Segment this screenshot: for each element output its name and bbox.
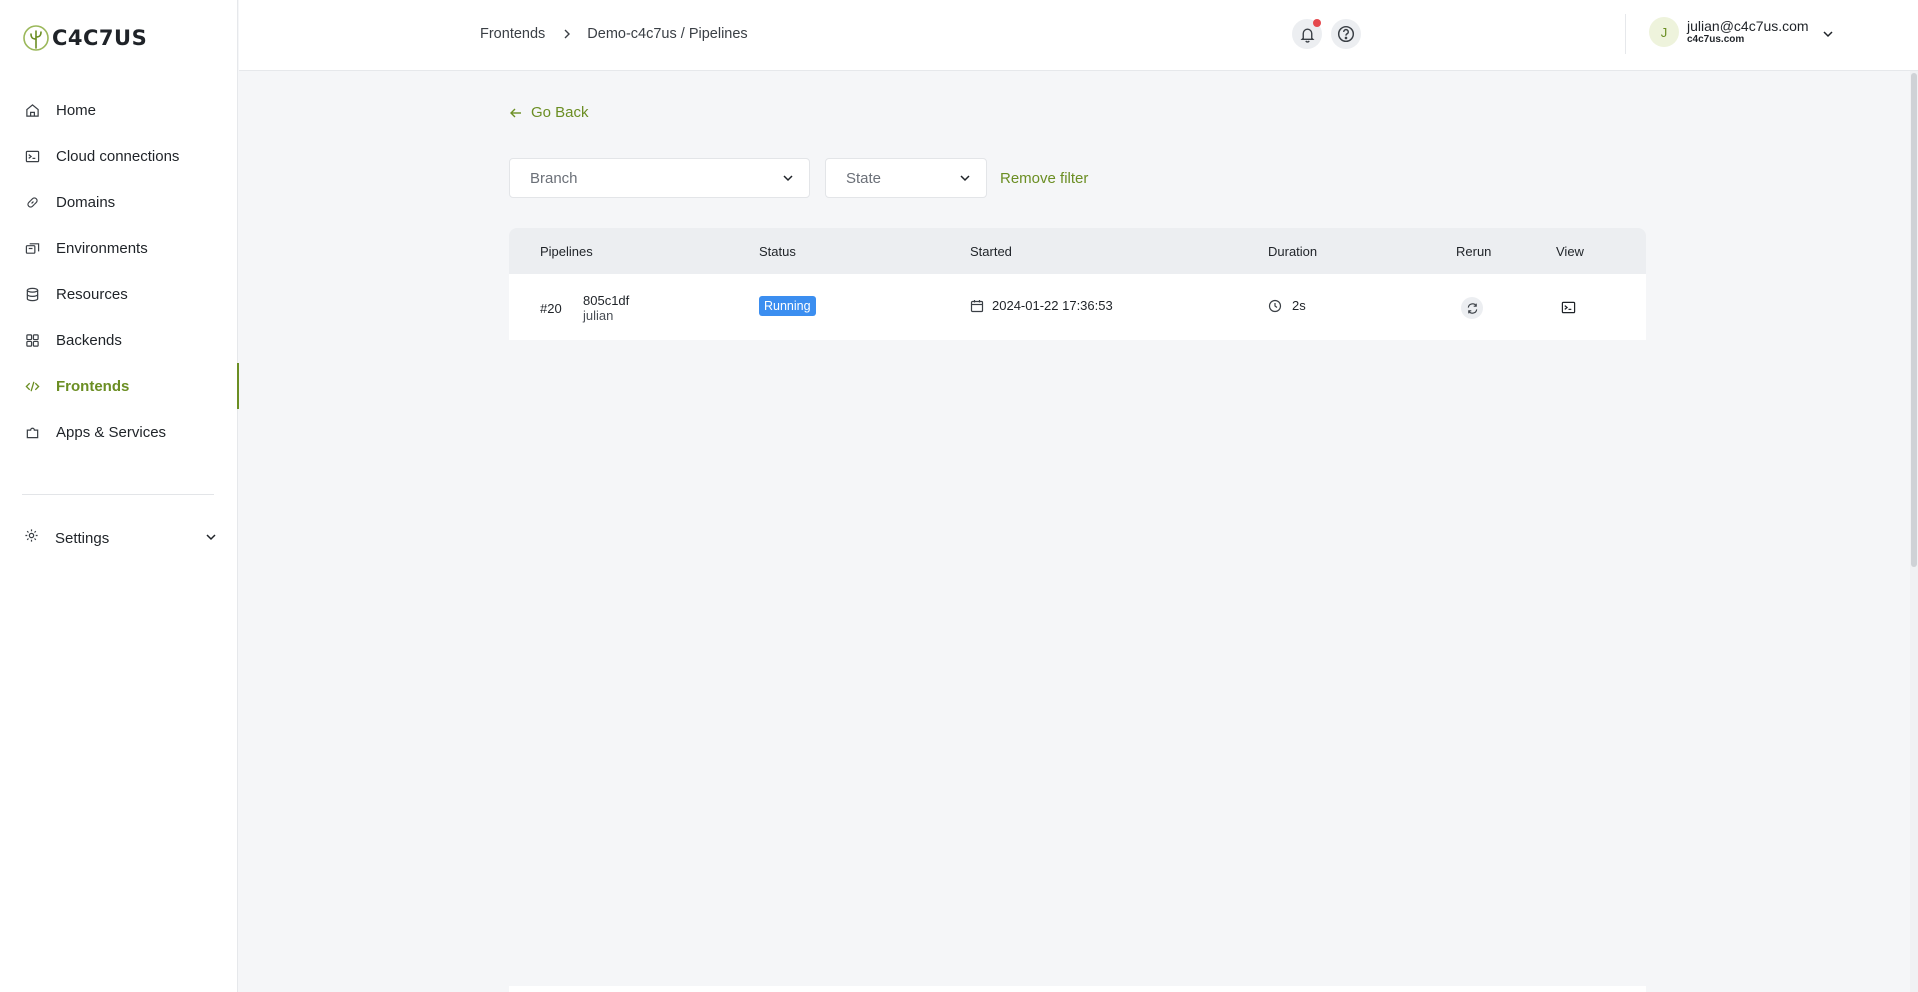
sidebar-item-frontends[interactable]: Frontends (0, 363, 239, 409)
column-header-status: Status (759, 244, 796, 259)
sidebar-nav: Home Cloud connections Domains Environme… (0, 87, 239, 455)
terminal-icon (1561, 301, 1575, 313)
remove-filter-button[interactable]: Remove filter (1000, 170, 1088, 187)
avatar: J (1649, 17, 1679, 47)
code-icon (24, 378, 40, 394)
sidebar-item-resources[interactable]: Resources (0, 271, 238, 317)
logo-text: C4C7US (52, 26, 148, 50)
calendar-icon (970, 299, 984, 312)
link-icon (24, 194, 40, 210)
view-logs-button[interactable] (1559, 298, 1577, 316)
started-value: 2024-01-22 17:36:53 (992, 298, 1113, 313)
chevron-down-icon (1823, 31, 1833, 38)
bell-icon (1300, 28, 1314, 43)
grid-icon (24, 332, 40, 348)
home-icon (24, 102, 40, 118)
branch-select-placeholder: Branch (530, 169, 578, 187)
user-info: julian@c4c7us.com c4c7us.com (1687, 19, 1809, 45)
breadcrumb-current: Demo-c4c7us / Pipelines (587, 26, 748, 42)
sidebar-item-label: Apps & Services (56, 423, 167, 441)
pipelines-table: Pipelines Status Started Duration Rerun … (509, 228, 1646, 340)
sidebar-item-backends[interactable]: Backends (0, 317, 238, 363)
status-badge: Running (759, 296, 816, 316)
arrow-left-icon (510, 108, 521, 117)
chevron-down-icon (960, 175, 970, 182)
pipeline-commit: 805c1df julian (583, 293, 630, 324)
commit-hash: 805c1df (583, 293, 630, 308)
notifications-button[interactable] (1292, 19, 1322, 49)
duration-value: 2s (1292, 298, 1306, 313)
clock-icon (1268, 299, 1282, 312)
sidebar-item-label: Cloud connections (56, 147, 180, 165)
cactus-logo-icon (23, 25, 49, 51)
column-header-pipelines: Pipelines (540, 244, 593, 259)
column-header-duration: Duration (1268, 244, 1318, 259)
user-menu[interactable]: J julian@c4c7us.com c4c7us.com (1649, 17, 1835, 47)
sidebar-item-label: Home (56, 101, 97, 119)
started-cell: 2024-01-22 17:36:53 (970, 298, 1113, 313)
go-back-label: Go Back (531, 104, 589, 121)
next-row-peek (509, 986, 1646, 992)
refresh-icon (1467, 302, 1477, 314)
chevron-down-icon (783, 175, 793, 182)
top-header: Frontends Demo-c4c7us / Pipelines J juli… (239, 0, 1918, 71)
scrollbar-thumb[interactable] (1911, 73, 1917, 567)
user-org: c4c7us.com (1687, 34, 1745, 45)
help-button[interactable] (1331, 19, 1361, 49)
column-header-rerun: Rerun (1456, 244, 1492, 259)
notification-dot (1313, 19, 1321, 27)
table-row[interactable]: #20 805c1df julian Running 2024-01-22 17… (509, 274, 1646, 340)
gear-icon (24, 528, 39, 548)
pipeline-number: #20 (540, 301, 562, 316)
logo[interactable]: C4C7US (22, 24, 147, 52)
sidebar: C4C7US Home Cloud connections Domains En… (0, 0, 239, 992)
sidebar-item-label: Resources (56, 285, 128, 303)
breadcrumb-frontends[interactable]: Frontends (480, 26, 545, 42)
database-icon (24, 286, 40, 302)
sidebar-item-home[interactable]: Home (0, 87, 238, 133)
column-header-started: Started (970, 244, 1012, 259)
sidebar-divider (22, 494, 214, 495)
sidebar-item-label: Domains (56, 193, 116, 211)
commit-author: julian (583, 307, 614, 323)
chevron-right-icon (561, 28, 573, 40)
sidebar-item-environments[interactable]: Environments (0, 225, 238, 271)
header-divider (1625, 14, 1626, 54)
user-email: julian@c4c7us.com (1687, 18, 1809, 34)
sidebar-item-domains[interactable]: Domains (0, 179, 238, 225)
breadcrumb: Frontends Demo-c4c7us / Pipelines (480, 26, 748, 42)
chevron-down-icon (206, 534, 216, 541)
state-select-placeholder: State (846, 169, 882, 187)
sidebar-item-label: Frontends (56, 377, 130, 395)
column-header-view: View (1556, 244, 1584, 259)
puzzle-icon (24, 424, 40, 440)
environments-icon (24, 240, 40, 256)
duration-cell: 2s (1268, 298, 1306, 313)
sidebar-item-label: Environments (56, 239, 148, 257)
go-back-link[interactable]: Go Back (509, 104, 589, 121)
sidebar-item-settings[interactable]: Settings (0, 515, 238, 561)
terminal-icon (24, 148, 40, 164)
sidebar-item-label: Backends (56, 331, 122, 349)
rerun-button[interactable] (1461, 297, 1483, 319)
settings-label: Settings (55, 529, 110, 547)
sidebar-item-apps-services[interactable]: Apps & Services (0, 409, 238, 455)
branch-select[interactable]: Branch (509, 158, 810, 198)
state-select[interactable]: State (825, 158, 987, 198)
table-header: Pipelines Status Started Duration Rerun … (509, 228, 1646, 274)
sidebar-item-cloud-connections[interactable]: Cloud connections (0, 133, 238, 179)
help-icon (1337, 25, 1355, 43)
